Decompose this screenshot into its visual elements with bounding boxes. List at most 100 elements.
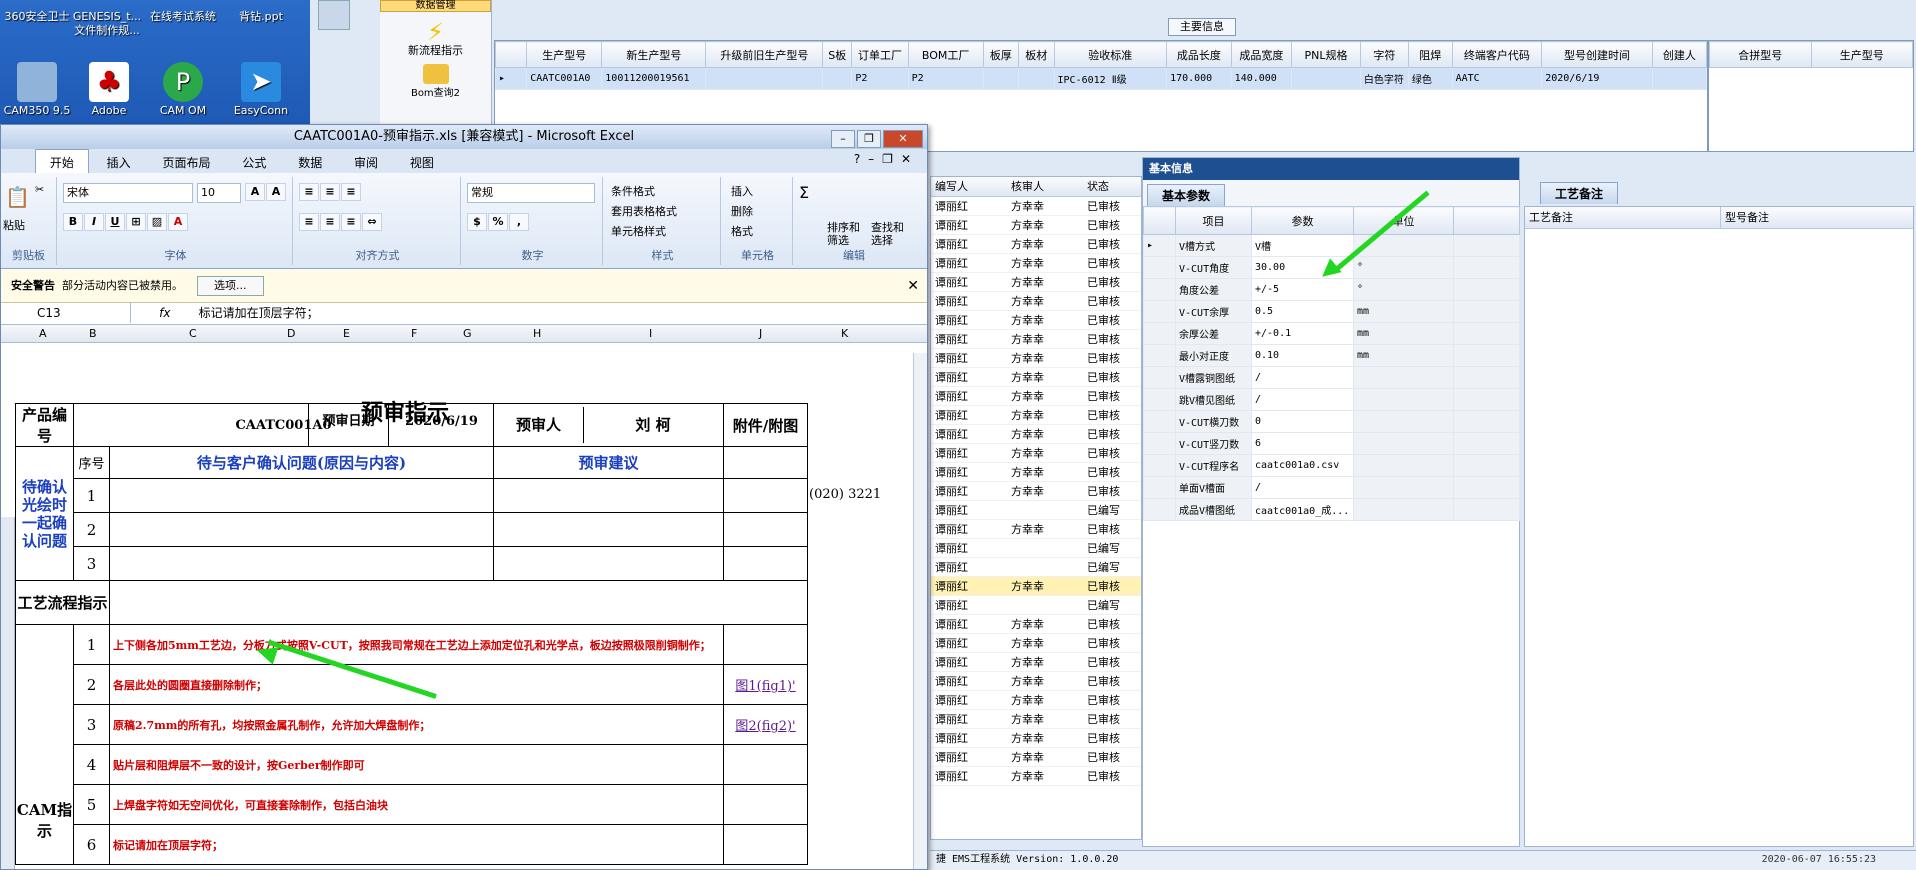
fill-color-button[interactable]: ▨ bbox=[147, 213, 167, 231]
list-item[interactable]: 谭丽红 方幸幸 已审核 bbox=[931, 710, 1141, 729]
tab-home[interactable]: 开始 bbox=[34, 149, 89, 175]
insert-cells-button[interactable]: 插入 bbox=[731, 183, 753, 199]
param-cell[interactable]: 成品V槽图纸 bbox=[1175, 498, 1252, 521]
attach-1[interactable] bbox=[723, 478, 808, 513]
tab-view[interactable]: 视图 bbox=[396, 150, 448, 175]
cam-attachment-link[interactable]: 图2(fig2)' bbox=[723, 704, 808, 745]
param-row[interactable]: 角度公差 +/-5 ° bbox=[1143, 278, 1520, 301]
underline-button[interactable]: U bbox=[105, 213, 125, 231]
craft-notes-panel[interactable]: 工艺备注 型号备注 bbox=[1524, 206, 1914, 847]
param-cell[interactable]: V-CUT角度 bbox=[1175, 256, 1252, 279]
desktop-icon-ppt[interactable]: 背钻.ppt bbox=[224, 10, 298, 24]
main-cell[interactable]: P2 bbox=[907, 67, 984, 90]
attach-3[interactable] bbox=[723, 546, 808, 581]
cam-instruction[interactable]: 各层此处的圆圈直接删除制作； bbox=[109, 664, 724, 705]
param-cell[interactable]: V槽 bbox=[1251, 234, 1354, 257]
param-cell[interactable]: / bbox=[1251, 476, 1354, 499]
param-cell[interactable]: / bbox=[1251, 388, 1354, 411]
desktop-icon-easyconn[interactable]: ➤ EasyConn bbox=[224, 62, 298, 118]
cam-attachment-link[interactable]: 图1(fig1)' bbox=[723, 664, 808, 705]
restore-button[interactable]: ❐ bbox=[857, 130, 881, 148]
align-middle-button[interactable]: ≡ bbox=[320, 183, 340, 201]
main-cell[interactable] bbox=[705, 67, 824, 90]
currency-button[interactable]: $ bbox=[467, 213, 487, 231]
main-cell[interactable]: 白色字符 bbox=[1359, 67, 1409, 90]
percent-button[interactable]: % bbox=[488, 213, 508, 231]
data-manage-tab[interactable]: 数据管理 bbox=[380, 0, 491, 12]
close-button[interactable]: ✕ bbox=[883, 130, 923, 148]
list-item[interactable]: 谭丽红 方幸幸 已审核 bbox=[931, 520, 1141, 539]
param-row[interactable]: V-CUT竖刀数 6 bbox=[1143, 432, 1520, 455]
list-item[interactable]: 谭丽红 方幸幸 已审核 bbox=[931, 691, 1141, 710]
paste-icon[interactable]: 📋 bbox=[5, 185, 30, 209]
cam-attachment-link[interactable] bbox=[723, 824, 808, 865]
new-flow-button[interactable]: ⚡ 新流程指示 bbox=[380, 18, 491, 58]
param-row[interactable]: 单面V槽面 / bbox=[1143, 476, 1520, 499]
bom-query-button[interactable]: Bom查询2 bbox=[380, 64, 491, 99]
cam-instruction[interactable]: 上焊盘字符如无空间优化，可直接套除制作，包括白油块 bbox=[109, 784, 724, 825]
main-cell[interactable] bbox=[1018, 67, 1055, 90]
toolbar-icon[interactable] bbox=[318, 0, 350, 30]
sort-filter-button[interactable]: 排序和筛选 bbox=[827, 221, 867, 247]
param-cell[interactable] bbox=[1353, 388, 1454, 411]
merge-button[interactable]: ⇔ bbox=[362, 213, 382, 231]
main-cell[interactable]: 140.000 bbox=[1230, 67, 1293, 90]
review-table[interactable]: 产品编号 CAATC001A0 预审日期 2020/6/19 预审人刘 柯 附件… bbox=[15, 403, 808, 865]
number-format-select[interactable]: 常规 bbox=[467, 183, 595, 203]
align-left-button[interactable]: ≡ bbox=[299, 213, 319, 231]
list-item[interactable]: 谭丽红 已编写 bbox=[931, 558, 1141, 577]
desktop-icon-camom[interactable]: P CAM OM bbox=[146, 62, 220, 118]
list-item[interactable]: 谭丽红 方幸幸 已审核 bbox=[931, 349, 1141, 368]
param-cell[interactable]: 6 bbox=[1251, 432, 1354, 455]
align-center-button[interactable]: ≡ bbox=[320, 213, 340, 231]
list-item[interactable]: 谭丽红 方幸幸 已审核 bbox=[931, 368, 1141, 387]
param-cell[interactable] bbox=[1353, 432, 1454, 455]
param-cell[interactable]: mm bbox=[1353, 300, 1454, 323]
main-cell[interactable]: CAATC001A0 bbox=[526, 67, 603, 90]
list-item[interactable]: 谭丽红 方幸幸 已审核 bbox=[931, 634, 1141, 653]
close-warning-icon[interactable]: ✕ bbox=[907, 269, 919, 303]
param-cell[interactable]: +/-0.1 bbox=[1251, 322, 1354, 345]
cam-attachment-link[interactable] bbox=[723, 624, 808, 665]
find-select-button[interactable]: 查找和选择 bbox=[871, 221, 911, 247]
list-item[interactable]: 谭丽红 方幸幸 已审核 bbox=[931, 463, 1141, 482]
tab-basic-params[interactable]: 基本参数 bbox=[1147, 184, 1226, 206]
advice-3[interactable] bbox=[493, 546, 724, 581]
desktop-icon-exam[interactable]: 在线考试系统 bbox=[146, 10, 220, 24]
list-item[interactable]: 谭丽红 方幸幸 已审核 bbox=[931, 387, 1141, 406]
name-box[interactable]: C13 bbox=[1, 303, 131, 323]
param-cell[interactable] bbox=[1353, 454, 1454, 477]
flow-cell[interactable] bbox=[109, 580, 808, 625]
param-row[interactable]: 跳V槽见图纸 / bbox=[1143, 388, 1520, 411]
fx-icon[interactable]: fx bbox=[135, 303, 195, 323]
param-cell[interactable] bbox=[1353, 476, 1454, 499]
list-item[interactable]: 谭丽红 方幸幸 已审核 bbox=[931, 273, 1141, 292]
param-cell[interactable]: +/-5 bbox=[1251, 278, 1354, 301]
param-cell[interactable] bbox=[1353, 366, 1454, 389]
comma-button[interactable]: , bbox=[509, 213, 529, 231]
param-cell[interactable]: V槽露铜图纸 bbox=[1175, 366, 1252, 389]
bold-button[interactable]: B bbox=[63, 213, 83, 231]
param-cell[interactable]: ° bbox=[1353, 278, 1454, 301]
param-cell[interactable]: 余厚公差 bbox=[1175, 322, 1252, 345]
list-item[interactable]: 谭丽红 方幸幸 已审核 bbox=[931, 767, 1141, 786]
cam-attachment-link[interactable] bbox=[723, 744, 808, 785]
list-item[interactable]: 谭丽红 方幸幸 已审核 bbox=[931, 216, 1141, 235]
font-color-button[interactable]: A bbox=[168, 213, 188, 231]
tab-formulas[interactable]: 公式 bbox=[228, 150, 280, 175]
param-row[interactable]: 成品V槽图纸 caatc001a0_成... bbox=[1143, 498, 1520, 521]
help-icon[interactable]: ?–❐✕ bbox=[854, 152, 919, 166]
review-list[interactable]: 编写人 核审人 状态 谭丽红 方幸幸 已审核 谭丽红 方幸幸 已审核 谭丽红 方幸幸 已审核 谭丽红方… bbox=[930, 176, 1142, 840]
product-no-cell[interactable]: CAATC001A0 预审日期 2020/6/19 bbox=[73, 403, 494, 447]
cut-icon[interactable]: ✂ bbox=[35, 183, 44, 196]
main-cell[interactable]: 170.000 bbox=[1166, 67, 1232, 90]
paste-button[interactable]: 粘贴 bbox=[3, 217, 25, 233]
desktop-icon-cam350[interactable]: CAM350 9.5 bbox=[0, 62, 74, 118]
tab-craft-notes[interactable]: 工艺备注 bbox=[1540, 182, 1619, 204]
param-row[interactable]: 最小对正度 0.10 mm bbox=[1143, 344, 1520, 367]
list-item[interactable]: 谭丽红 已编写 bbox=[931, 539, 1141, 558]
list-item[interactable]: 谭丽红 方幸幸 已审核 bbox=[931, 425, 1141, 444]
table-format-button[interactable]: 套用表格格式 bbox=[611, 203, 677, 219]
list-item[interactable]: 谭丽红 方幸幸 已审核 bbox=[931, 311, 1141, 330]
conditional-format-button[interactable]: 条件格式 bbox=[611, 183, 655, 199]
